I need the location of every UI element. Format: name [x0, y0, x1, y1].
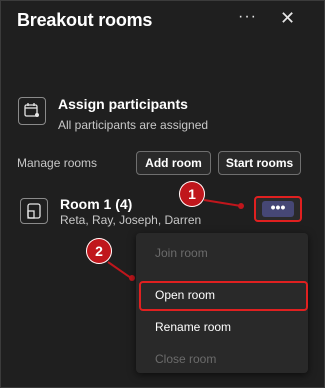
callout-1-connector [203, 199, 242, 207]
menu-item-close-room[interactable]: Close room [136, 345, 308, 373]
menu-item-label: Close room [155, 352, 217, 366]
room-more-options-button[interactable]: ••• [254, 196, 302, 222]
callout-badge-1: 1 [179, 181, 205, 207]
menu-item-label: Join room [155, 246, 208, 260]
menu-item-label: Rename room [155, 320, 232, 334]
menu-item-rename-room[interactable]: Rename room [136, 313, 308, 341]
ellipsis-icon: ••• [262, 200, 294, 217]
callout-2-connector [107, 261, 132, 279]
callout-1-dot [238, 203, 244, 209]
menu-item-join-room[interactable]: Join room [136, 239, 308, 267]
callout-badge-2: 2 [86, 238, 112, 264]
callout-2-dot [129, 275, 135, 281]
open-room-highlight [139, 281, 308, 311]
